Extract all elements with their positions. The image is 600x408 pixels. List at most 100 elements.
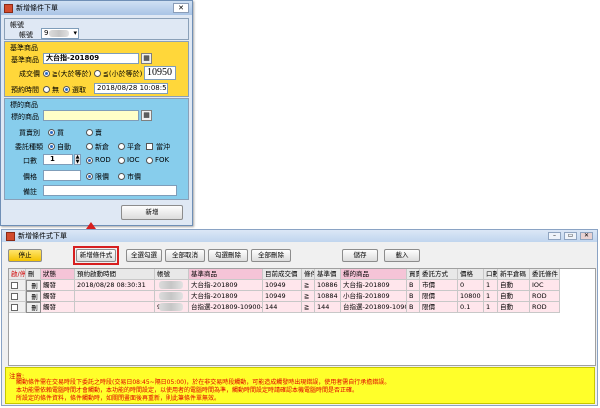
account-group-title: 帳號 — [10, 21, 24, 29]
window-close-button[interactable]: ✕ — [580, 232, 593, 240]
cell-quantity: 1 — [484, 302, 498, 313]
cell-enable — [9, 280, 26, 291]
masked-account — [49, 30, 69, 37]
target-lookup-icon[interactable]: ▦ — [141, 110, 152, 121]
rod-radio[interactable] — [86, 157, 93, 164]
schedule-none-label: 無 — [52, 86, 59, 94]
fok-radio[interactable] — [146, 157, 153, 164]
column-header-status: 狀態 — [41, 269, 75, 280]
lookup-icon[interactable]: ▦ — [141, 53, 152, 64]
schedule-select-label: 選取 — [72, 86, 86, 94]
app-icon — [4, 3, 13, 13]
delete-checked-button[interactable]: 勾選刪除 — [208, 249, 248, 262]
cell-base-price: 144 — [315, 302, 341, 313]
cancel-all-button[interactable]: 全部取消 — [165, 249, 205, 262]
cell-account — [155, 291, 189, 302]
auto-label: 自動 — [57, 143, 71, 151]
load-button[interactable]: 載入 — [384, 249, 420, 262]
minimize-button[interactable]: – — [548, 232, 561, 240]
cell-open-close: 自動 — [498, 280, 530, 291]
schedule-select-radio[interactable] — [63, 86, 70, 93]
market-radio[interactable] — [118, 173, 125, 180]
sell-label: 賣 — [95, 129, 102, 137]
target-product-field[interactable] — [43, 110, 139, 121]
column-header-order-method: 委託方式 — [420, 269, 458, 280]
ioc-radio[interactable] — [118, 157, 125, 164]
cell-order-method: 限價 — [420, 302, 458, 313]
stop-button[interactable]: 停止 — [8, 249, 42, 262]
delete-row-button[interactable]: 刪 — [26, 302, 41, 313]
cell-target-product: 大台指-201809 — [341, 280, 407, 291]
cell-order-method: 市價 — [420, 280, 458, 291]
target-product-section: 標的商品 標的商品 ▦ 買賣別 買 賣 委託種類 自動 新倉 平倉 當沖 口數 … — [4, 98, 189, 200]
cell-price: 10800 — [458, 291, 484, 302]
cell-account — [155, 280, 189, 291]
lte-label: ≦(小於等於) — [103, 70, 143, 78]
auto-radio[interactable] — [48, 143, 55, 150]
cell-side: B — [407, 302, 420, 313]
column-header-order-condition: 委託條件 — [530, 269, 560, 280]
order-price-field[interactable] — [43, 170, 81, 181]
masked-account — [159, 281, 183, 289]
close-position-radio[interactable] — [118, 143, 125, 150]
select-all-button[interactable]: 全選勾選 — [126, 249, 162, 262]
cell-order-condition: ROD — [530, 291, 560, 302]
sell-radio[interactable] — [86, 129, 93, 136]
cell-open-close: 自動 — [498, 291, 530, 302]
highlight-frame — [73, 246, 119, 265]
trigger-price-field[interactable]: 10950 — [144, 66, 176, 80]
column-header-last-price: 目前成交價 — [263, 269, 302, 280]
base-product-label: 基準商品 — [11, 56, 39, 64]
table-row[interactable]: 刪觸發 2018/08/28 08:30:31 大台指-201809 10949 ≧ 10… — [9, 280, 595, 291]
dialog-close-button[interactable]: ✕ — [173, 3, 189, 13]
remark-label: 備註 — [23, 188, 37, 196]
cell-status: 觸發 — [41, 291, 75, 302]
table-row[interactable]: 刪觸發9台指選-201809-10900-C144≧144台指選-201809-… — [9, 302, 595, 313]
cell-condition: ≧ — [302, 291, 315, 302]
schedule-none-radio[interactable] — [43, 86, 50, 93]
gte-radio[interactable] — [43, 70, 50, 77]
table-row[interactable]: 刪觸發 大台指-201809 10949 ≧ 10884 小台指-201809 B 限價 108… — [9, 291, 595, 302]
base-group-title: 基準商品 — [10, 44, 38, 52]
column-header-condition: 條件 — [302, 269, 315, 280]
add-button[interactable]: 新增 — [121, 205, 183, 220]
maximize-button[interactable]: ▭ — [564, 232, 577, 240]
masked-account — [159, 303, 183, 311]
cell-open-close: 自動 — [498, 302, 530, 313]
remark-field[interactable] — [43, 185, 177, 196]
enable-checkbox[interactable] — [11, 281, 18, 289]
order-price-label: 價格 — [23, 173, 37, 181]
base-product-section: 基準商品 基準商品 大台指-201809 ▦ 成交價 ≧(大於等於) ≦(小於等… — [4, 41, 189, 97]
chevron-down-icon: ▾ — [73, 29, 77, 37]
delete-all-button[interactable]: 全部刪除 — [251, 249, 291, 262]
cell-last-price: 144 — [263, 302, 302, 313]
limit-label: 限價 — [95, 173, 109, 181]
delete-row-button[interactable]: 刪 — [26, 280, 41, 291]
quantity-stepper[interactable]: ▲ ▼ — [74, 154, 81, 165]
schedule-datetime-field[interactable]: 2018/08/28 10:08:50 — [94, 83, 168, 94]
save-button[interactable]: 儲存 — [342, 249, 378, 262]
delete-row-button[interactable]: 刪 — [26, 291, 41, 302]
cell-enable — [9, 291, 26, 302]
cell-schedule: 2018/08/28 08:30:31 — [75, 280, 155, 291]
side-label: 買賣別 — [19, 129, 40, 137]
cell-target-product: 小台指-201809 — [341, 291, 407, 302]
new-position-radio[interactable] — [86, 143, 93, 150]
enable-checkbox[interactable] — [11, 292, 18, 300]
cell-quantity: 1 — [484, 280, 498, 291]
account-select[interactable]: 9 ▾ — [41, 28, 79, 39]
notice-line: 所設定的條件資料，條件觸動時，如關閉畫面後再重新，則此筆條件單無效。 — [16, 395, 221, 402]
base-product-field[interactable]: 大台指-201809 — [43, 53, 139, 64]
spin-down-icon[interactable]: ▼ — [75, 160, 80, 165]
buy-radio[interactable] — [48, 129, 55, 136]
quantity-field[interactable]: 1 — [43, 154, 73, 165]
new-position-label: 新倉 — [95, 143, 109, 151]
daytrade-checkbox[interactable] — [146, 143, 153, 150]
cell-price: 0.1 — [458, 302, 484, 313]
gte-label: ≧(大於等於) — [52, 70, 92, 78]
account-section: 帳號 帳號 9 ▾ — [4, 18, 189, 40]
cell-target-product: 台指選-201809-10900-C — [341, 302, 407, 313]
enable-checkbox[interactable] — [11, 303, 18, 311]
limit-radio[interactable] — [86, 173, 93, 180]
lte-radio[interactable] — [94, 70, 101, 77]
